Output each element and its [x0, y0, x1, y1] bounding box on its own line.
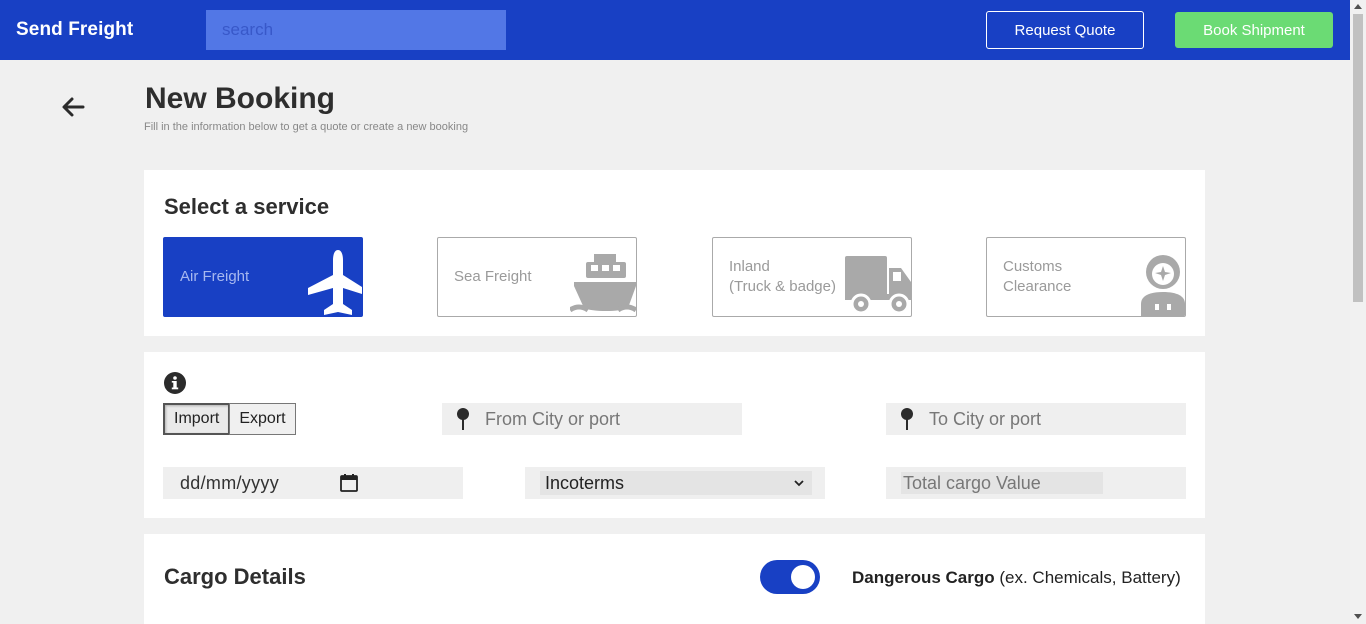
brand-logo[interactable]: Send Freight — [16, 19, 133, 41]
route-details-card: Import Export dd/mm/yyyy Incoterms — [144, 352, 1205, 518]
to-city-input[interactable] — [929, 408, 1186, 430]
book-shipment-button[interactable]: Book Shipment — [1175, 12, 1333, 48]
page-scrollbar[interactable] — [1350, 0, 1366, 624]
chevron-down-icon — [794, 480, 804, 487]
scrollbar-thumb[interactable] — [1353, 14, 1363, 302]
total-cargo-value-input[interactable] — [903, 472, 1103, 494]
date-input[interactable]: dd/mm/yyyy — [180, 473, 279, 494]
airplane-icon — [308, 250, 362, 315]
toggle-knob — [791, 565, 815, 589]
dangerous-cargo-toggle[interactable] — [760, 560, 820, 594]
service-label: Air Freight — [180, 268, 250, 285]
total-cargo-value-box — [901, 472, 1103, 494]
from-city-input[interactable] — [485, 408, 742, 430]
service-customs-clearance[interactable]: Customs Clearance — [986, 237, 1186, 317]
service-section-title: Select a service — [164, 194, 330, 219]
truck-icon — [845, 256, 911, 315]
service-air-freight[interactable]: Air Freight — [163, 237, 363, 317]
location-pin-icon — [457, 408, 469, 430]
service-label: Inland (Truck & badge) — [729, 258, 836, 295]
info-icon[interactable] — [164, 372, 186, 394]
search-input[interactable] — [206, 10, 506, 50]
back-arrow-icon[interactable] — [60, 94, 86, 120]
ship-icon — [570, 254, 636, 313]
to-city-field[interactable] — [886, 403, 1186, 435]
dangerous-cargo-label: Dangerous Cargo (ex. Chemicals, Battery) — [852, 568, 1181, 588]
service-sea-freight[interactable]: Sea Freight — [437, 237, 637, 317]
cargo-details-card: Cargo Details Dangerous Cargo (ex. Chemi… — [144, 534, 1205, 624]
scroll-up-arrow-icon[interactable] — [1354, 4, 1362, 9]
customs-officer-icon — [1141, 255, 1185, 316]
incoterms-select[interactable]: Incoterms — [540, 471, 812, 495]
service-inland-truck[interactable]: Inland (Truck & badge) — [712, 237, 912, 317]
service-label: Customs Clearance — [1003, 258, 1072, 295]
page-title: New Booking — [145, 82, 336, 115]
total-cargo-value-field — [886, 467, 1186, 499]
request-quote-button[interactable]: Request Quote — [986, 11, 1144, 49]
from-city-field[interactable] — [442, 403, 742, 435]
service-selection-card: Select a service Air Freight Sea Freight… — [144, 170, 1205, 336]
top-navbar: Send Freight Request Quote Book Shipment — [0, 0, 1350, 60]
import-export-toggle: Import Export — [163, 403, 296, 435]
service-label: Sea Freight — [454, 268, 532, 285]
dangerous-cargo-label-strong: Dangerous Cargo — [852, 568, 995, 587]
location-pin-icon — [901, 408, 913, 430]
export-button[interactable]: Export — [229, 403, 296, 435]
scroll-down-arrow-icon[interactable] — [1354, 614, 1362, 619]
dangerous-cargo-hint: (ex. Chemicals, Battery) — [994, 568, 1181, 587]
import-button[interactable]: Import — [163, 403, 231, 435]
date-field[interactable]: dd/mm/yyyy — [163, 467, 463, 499]
incoterms-field: Incoterms — [525, 467, 825, 499]
calendar-icon[interactable] — [340, 474, 358, 492]
cargo-section-title: Cargo Details — [164, 564, 306, 589]
page-subtitle: Fill in the information below to get a q… — [144, 121, 469, 133]
incoterms-selected-value: Incoterms — [545, 472, 625, 493]
